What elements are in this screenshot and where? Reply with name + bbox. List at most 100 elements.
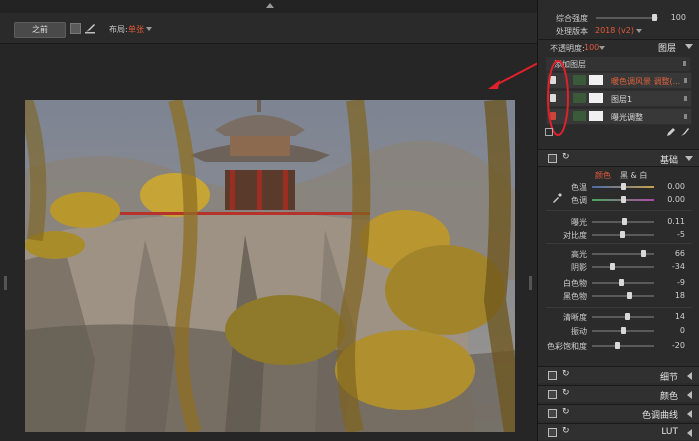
layer-thumbnail <box>573 93 586 103</box>
slider-value[interactable]: 14 <box>655 312 685 321</box>
detail-section-header[interactable]: ↻ 细节 <box>538 366 699 383</box>
slider-value[interactable]: 18 <box>655 291 685 300</box>
lut-section-header[interactable]: ↻ LUT <box>538 423 699 440</box>
slider-value[interactable]: -34 <box>655 262 685 271</box>
slider-track[interactable] <box>592 345 654 347</box>
process-label: 处理版本 <box>556 27 588 36</box>
slider-knob[interactable] <box>621 327 626 334</box>
slider-label: 高光 <box>571 250 587 259</box>
top-collapse-bar[interactable] <box>0 0 537 13</box>
slider-label: 色温 <box>571 183 587 192</box>
divider <box>546 307 692 308</box>
drag-handle-icon[interactable] <box>683 61 686 66</box>
slider-value[interactable]: 66 <box>655 249 685 258</box>
slider-knob[interactable] <box>625 313 630 320</box>
slider-track[interactable] <box>592 266 654 268</box>
layer-name[interactable]: 曝光调整 <box>611 112 643 123</box>
opacity-value[interactable]: 100 <box>584 43 599 52</box>
layer-mask-thumbnail[interactable] <box>589 111 603 121</box>
slider-knob[interactable] <box>620 231 625 238</box>
slider-label: 色调 <box>571 196 587 205</box>
slider-value[interactable]: 0.00 <box>655 182 685 191</box>
reset-icon[interactable]: ↻ <box>562 152 570 162</box>
brush-icon[interactable] <box>680 127 690 137</box>
brush-icon[interactable] <box>84 22 96 34</box>
layer-thumbnail <box>573 111 586 121</box>
tone-curve-section-header[interactable]: ↻ 色调曲线 <box>538 404 699 421</box>
drag-handle-icon[interactable] <box>684 78 687 83</box>
layer-name[interactable]: 暖色调风景 调整(... <box>611 76 680 87</box>
layout-dropdown[interactable]: 单张 <box>128 24 144 35</box>
slider-knob[interactable] <box>621 196 626 203</box>
section-toggle-icon[interactable] <box>548 409 557 418</box>
slider-knob[interactable] <box>610 263 615 270</box>
slider-track[interactable] <box>592 295 654 297</box>
slider-label: 色彩饱和度 <box>547 342 587 351</box>
collapse-up-icon[interactable] <box>266 3 274 8</box>
layout-label: 布局: <box>109 25 128 34</box>
slider-value[interactable]: -5 <box>655 230 685 239</box>
chevron-down-icon[interactable] <box>599 46 605 50</box>
chevron-left-icon[interactable] <box>687 391 692 399</box>
slider-knob[interactable] <box>622 218 627 225</box>
chevron-down-icon[interactable] <box>685 156 693 161</box>
chevron-left-icon[interactable] <box>687 372 692 380</box>
drag-handle-icon[interactable] <box>684 96 687 101</box>
slider-value[interactable]: 0 <box>655 326 685 335</box>
left-panel-handle[interactable] <box>4 276 7 290</box>
chevron-left-icon[interactable] <box>687 410 692 418</box>
color-section-title: 颜色 <box>659 392 678 402</box>
compare-square-icon[interactable] <box>70 23 81 34</box>
slider-label: 曝光 <box>571 218 587 227</box>
section-toggle-icon[interactable] <box>548 371 557 380</box>
slider-value[interactable]: 0.00 <box>655 195 685 204</box>
slider-knob[interactable] <box>627 292 632 299</box>
section-toggle-icon[interactable] <box>548 390 557 399</box>
slider-label: 阴影 <box>571 263 587 272</box>
right-panel-handle[interactable] <box>529 276 532 290</box>
chevron-down-icon[interactable] <box>685 44 693 49</box>
slider-knob[interactable] <box>619 279 624 286</box>
slider-knob[interactable] <box>641 250 646 257</box>
eyedropper-icon[interactable] <box>552 193 562 203</box>
layers-title: 图层 <box>658 44 677 54</box>
slider-knob[interactable] <box>615 342 620 349</box>
layer-name[interactable]: 图层1 <box>611 94 632 105</box>
slider-label: 对比度 <box>563 231 587 240</box>
reset-icon[interactable]: ↻ <box>562 407 570 417</box>
slider-value[interactable]: -9 <box>655 278 685 287</box>
layer-mask-thumbnail[interactable] <box>589 75 603 85</box>
bw-mode-tab[interactable]: 黑 & 白 <box>620 170 647 181</box>
slider-label: 清晰度 <box>563 313 587 322</box>
before-button[interactable]: 之前 <box>14 22 66 38</box>
reset-icon[interactable]: ↻ <box>562 369 570 379</box>
pen-icon[interactable] <box>666 127 676 137</box>
intensity-label: 综合强度 <box>556 14 588 23</box>
section-toggle-icon[interactable] <box>548 428 557 437</box>
process-version-dropdown[interactable]: 2018 (v2) <box>595 26 634 35</box>
intensity-value[interactable]: 100 <box>656 13 686 22</box>
color-section-header[interactable]: ↻ 颜色 <box>538 385 699 402</box>
slider-value[interactable]: 0.11 <box>655 217 685 226</box>
layer-mask-thumbnail[interactable] <box>589 93 603 103</box>
reset-icon[interactable]: ↻ <box>562 388 570 398</box>
right-panel: 综合强度 100 处理版本 2018 (v2) 不透明度: 100 图层 添加图… <box>537 0 699 441</box>
drag-handle-icon[interactable] <box>684 114 687 119</box>
intensity-slider[interactable] <box>596 17 658 19</box>
slider-label: 白色物 <box>563 279 587 288</box>
chevron-down-icon[interactable] <box>636 29 642 33</box>
slider-knob[interactable] <box>621 183 626 190</box>
divider <box>546 210 692 211</box>
chevron-down-icon[interactable] <box>146 27 152 31</box>
layer-thumbnail <box>573 75 586 85</box>
slider-track[interactable] <box>592 316 654 318</box>
tone-curve-section-title: 色调曲线 <box>641 411 678 421</box>
slider-label: 振动 <box>571 327 587 336</box>
color-mode-tab[interactable]: 颜色 <box>595 170 611 181</box>
section-toggle-icon[interactable] <box>548 154 557 163</box>
reset-icon[interactable]: ↻ <box>562 426 570 436</box>
slider-value[interactable]: -20 <box>655 341 685 350</box>
layer-option-icon[interactable] <box>545 128 553 136</box>
basic-section-header[interactable]: ↻ 基础 <box>538 149 699 166</box>
chevron-left-icon[interactable] <box>687 429 692 437</box>
